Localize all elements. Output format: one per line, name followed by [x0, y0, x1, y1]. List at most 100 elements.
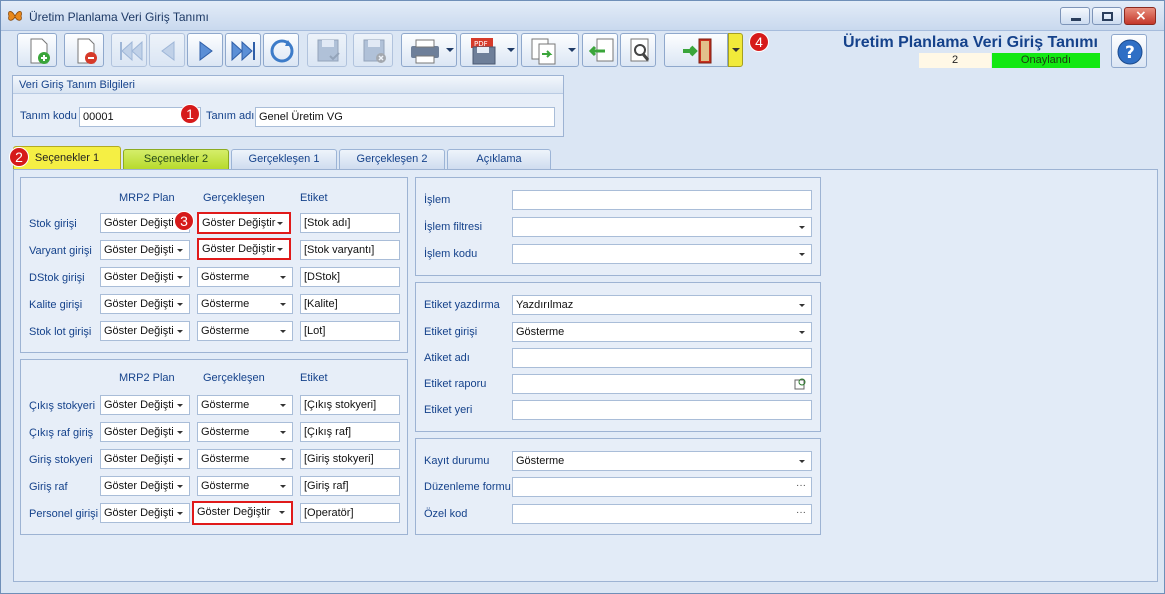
new-record-button[interactable]: [17, 33, 57, 67]
window-title: Üretim Planlama Veri Giriş Tanımı: [29, 10, 209, 24]
plan-combo[interactable]: Göster Değişti: [100, 267, 190, 287]
label-report-label: Etiket raporu: [424, 378, 487, 390]
label-report-field[interactable]: [512, 374, 812, 394]
tag-field[interactable]: [Stok adı]: [300, 213, 400, 233]
tag-field[interactable]: [DStok]: [300, 267, 400, 287]
exit-dropdown-icon: [732, 48, 740, 52]
first-record-button[interactable]: [111, 33, 147, 67]
last-record-button[interactable]: [225, 33, 261, 67]
operation-field[interactable]: [512, 190, 812, 210]
pdf-export-icon: PDF: [471, 38, 496, 65]
prev-record-button[interactable]: [149, 33, 185, 67]
tag-field[interactable]: [Lot]: [300, 321, 400, 341]
plan-combo[interactable]: Göster Değişti: [100, 476, 190, 496]
real-combo[interactable]: Göster Değiştir: [197, 238, 291, 260]
tag-field[interactable]: [Çıkış raf]: [300, 422, 400, 442]
real-combo[interactable]: Gösterme: [197, 476, 293, 496]
edit-form-field[interactable]: ···: [512, 477, 812, 497]
real-combo[interactable]: Gösterme: [197, 321, 293, 341]
label-location-field[interactable]: [512, 400, 812, 420]
special-code-label: Özel kod: [424, 508, 468, 520]
close-button[interactable]: ×: [1124, 7, 1156, 25]
help-icon: ?: [1117, 39, 1143, 65]
search-button[interactable]: [620, 33, 656, 67]
plan-combo[interactable]: Göster Değişti: [100, 449, 190, 469]
real-combo[interactable]: Gösterme: [197, 267, 293, 287]
name-field[interactable]: Genel Üretim VG: [255, 107, 555, 127]
col-header-real: Gerçekleşen: [203, 372, 265, 384]
special-code-field[interactable]: ···: [512, 504, 812, 524]
plan-combo[interactable]: Göster Değişti: [100, 321, 190, 341]
col-header-plan: MRP2 Plan: [119, 372, 175, 384]
save-close-icon: [363, 39, 386, 63]
label-entry-combo[interactable]: Gösterme: [512, 322, 812, 342]
real-combo[interactable]: Gösterme: [197, 422, 293, 442]
row-label: Stok lot girişi: [29, 326, 92, 338]
save-button[interactable]: [307, 33, 347, 67]
plan-combo[interactable]: Göster Değişti: [100, 240, 190, 260]
print-icon: [411, 39, 439, 64]
label-location-label: Etiket yeri: [424, 404, 473, 416]
delete-record-icon: [77, 38, 97, 64]
tab-secenekler-2[interactable]: Seçenekler 2: [123, 149, 229, 169]
new-record-icon: [30, 38, 50, 64]
annotation-badge-1: 1: [180, 104, 200, 124]
maximize-button[interactable]: [1092, 7, 1122, 25]
info-group: Veri Giriş Tanım Bilgileri Tanım kodu 00…: [12, 75, 564, 137]
label-entry-label: Etiket girişi: [424, 326, 478, 338]
tag-field[interactable]: [Giriş stokyeri]: [300, 449, 400, 469]
pdf-dropdown-icon: [507, 48, 515, 52]
annotation-badge-2: 2: [9, 147, 29, 167]
save-close-button[interactable]: [353, 33, 393, 67]
tab-gerceklesen-1[interactable]: Gerçekleşen 1: [231, 149, 337, 169]
plan-combo[interactable]: Göster Değişti: [100, 395, 190, 415]
col-header-plan: MRP2 Plan: [119, 192, 175, 204]
tab-secenekler-1[interactable]: Seçenekler 1: [13, 146, 121, 170]
delete-record-button[interactable]: [64, 33, 104, 67]
copy-dropdown-icon: [568, 48, 576, 52]
copy-button[interactable]: [521, 33, 579, 67]
minimize-button[interactable]: [1060, 7, 1090, 25]
print-dropdown-icon: [446, 48, 454, 52]
real-combo[interactable]: Gösterme: [197, 449, 293, 469]
real-combo[interactable]: Göster Değiştir: [197, 212, 291, 234]
row-label: Çıkış stokyeri: [29, 400, 96, 412]
plan-combo[interactable]: Göster Değişti: [100, 294, 190, 314]
row-label: Varyant girişi: [29, 245, 92, 257]
operation-filter-combo[interactable]: [512, 217, 812, 237]
ellipsis-icon[interactable]: ···: [796, 478, 806, 495]
pdf-export-button[interactable]: PDF: [460, 33, 518, 67]
report-lookup-icon[interactable]: [794, 377, 808, 391]
first-icon: [120, 40, 143, 62]
operation-code-combo[interactable]: [512, 244, 812, 264]
real-combo[interactable]: Gösterme: [197, 395, 293, 415]
tag-field[interactable]: [Kalite]: [300, 294, 400, 314]
record-status-combo[interactable]: Gösterme: [512, 451, 812, 471]
next-record-button[interactable]: [187, 33, 223, 67]
ellipsis-icon[interactable]: ···: [796, 505, 806, 522]
refresh-button[interactable]: [263, 33, 299, 67]
col-header-real: Gerçekleşen: [203, 192, 265, 204]
plan-combo[interactable]: Göster Değişti: [100, 503, 190, 523]
help-button[interactable]: ?: [1111, 34, 1147, 68]
tab-aciklama[interactable]: Açıklama: [447, 149, 551, 169]
tag-field[interactable]: [Giriş raf]: [300, 476, 400, 496]
plan-combo[interactable]: Göster Değişti: [100, 422, 190, 442]
exit-button[interactable]: [664, 33, 728, 67]
status-badge: Onaylandı: [992, 53, 1100, 68]
tag-field[interactable]: [Operatör]: [300, 503, 400, 523]
tag-field[interactable]: [Stok varyantı]: [300, 240, 400, 260]
minimize-icon: [1071, 18, 1081, 21]
tag-field[interactable]: [Çıkış stokyeri]: [300, 395, 400, 415]
import-button[interactable]: [582, 33, 618, 67]
real-combo[interactable]: Göster Değiştir: [192, 501, 293, 525]
label-print-combo[interactable]: Yazdırılmaz: [512, 295, 812, 315]
real-combo[interactable]: Gösterme: [197, 294, 293, 314]
butterfly-icon: [8, 11, 22, 21]
operation-filter-label: İşlem filtresi: [424, 221, 483, 233]
print-button[interactable]: [401, 33, 457, 67]
exit-dropdown-button[interactable]: [728, 33, 743, 67]
tab-gerceklesen-2[interactable]: Gerçekleşen 2: [339, 149, 445, 169]
label-name-field[interactable]: [512, 348, 812, 368]
prev-icon: [161, 41, 175, 61]
